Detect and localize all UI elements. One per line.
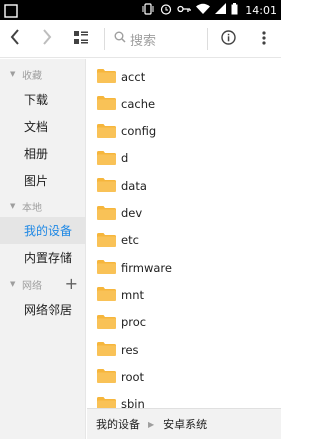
info-icon: [220, 29, 236, 49]
forward-icon: [42, 29, 52, 49]
toolbar: 搜索: [0, 20, 281, 58]
wifi-icon: [196, 3, 211, 17]
file-name: sbin: [121, 397, 145, 408]
list-item[interactable]: root: [87, 363, 281, 390]
collapse-icon: ▼: [10, 70, 16, 78]
file-name: etc: [121, 233, 139, 248]
list-item[interactable]: mnt: [87, 281, 281, 308]
back-button[interactable]: [0, 20, 30, 58]
section-title: 本地: [22, 202, 42, 214]
signal-icon: [215, 3, 227, 17]
breadcrumb-item-android-system[interactable]: 安卓系统: [163, 416, 207, 432]
sidebar-item-my-device[interactable]: 我的设备: [0, 217, 86, 244]
sidebar-item-album[interactable]: 相册: [0, 140, 86, 167]
list-item[interactable]: etc: [87, 227, 281, 254]
list-item[interactable]: proc: [87, 309, 281, 336]
list-item[interactable]: cache: [87, 90, 281, 117]
key-icon: [177, 4, 191, 17]
list-item[interactable]: dev: [87, 200, 281, 227]
file-name: firmware: [121, 260, 172, 275]
view-toggle-icon: [74, 30, 88, 49]
list-item[interactable]: d: [87, 145, 281, 172]
more-icon: [262, 30, 266, 49]
status-bar: 14:01: [0, 0, 281, 20]
section-title: 网络: [22, 280, 42, 292]
sidebar-item-network-neighborhood[interactable]: 网络邻居: [0, 296, 86, 323]
list-item[interactable]: firmware: [87, 254, 281, 281]
list-item[interactable]: acct: [87, 63, 281, 90]
search-input[interactable]: 搜索: [114, 20, 204, 58]
breadcrumb-item-my-device[interactable]: 我的设备: [96, 416, 140, 432]
toolbar-divider: [207, 28, 208, 50]
breadcrumb: 我的设备 ▶ 安卓系统: [87, 408, 281, 439]
sidebar-item-pictures[interactable]: 图片: [0, 167, 86, 194]
list-item[interactable]: res: [87, 336, 281, 363]
battery-icon: [231, 2, 238, 18]
view-toggle-button[interactable]: [66, 20, 96, 58]
sidebar-item-downloads[interactable]: 下载: [0, 86, 86, 113]
file-name: cache: [121, 96, 156, 111]
sidebar: ▼ 收藏 下载 文档 相册 图片 ▼ 本地 我的设备 内置存储 ▼ 网络 + 网…: [0, 59, 86, 439]
file-name: mnt: [121, 287, 144, 302]
file-name: res: [121, 342, 139, 357]
vibrate-icon: [141, 2, 155, 18]
add-network-icon[interactable]: +: [65, 274, 78, 294]
search-placeholder: 搜索: [130, 33, 157, 49]
breadcrumb-separator-icon: ▶: [148, 419, 155, 429]
sidebar-item-internal-storage[interactable]: 内置存储: [0, 244, 86, 271]
alarm-icon: [160, 3, 172, 18]
toolbar-divider: [104, 28, 105, 50]
file-name: data: [121, 178, 147, 193]
collapse-icon: ▼: [10, 202, 16, 210]
forward-button[interactable]: [32, 20, 62, 58]
sidebar-item-documents[interactable]: 文档: [0, 113, 86, 140]
collapse-icon: ▼: [10, 280, 16, 288]
info-button[interactable]: [214, 20, 242, 58]
file-name: dev: [121, 206, 143, 220]
list-item[interactable]: config: [87, 118, 281, 145]
file-name: proc: [121, 315, 147, 330]
section-header-network[interactable]: ▼ 网络 +: [0, 274, 86, 294]
file-name: config: [121, 124, 157, 139]
back-icon: [10, 29, 20, 49]
list-item[interactable]: data: [87, 172, 281, 199]
file-name: d: [121, 151, 129, 166]
search-icon: [114, 31, 126, 47]
list-item[interactable]: sbin: [87, 391, 281, 408]
more-options-button[interactable]: [250, 20, 278, 58]
file-list: acct cache config d data dev etc firmware mnt pro…: [87, 59, 281, 408]
section-header-local[interactable]: ▼ 本地: [0, 196, 86, 216]
section-header-favorites[interactable]: ▼ 收藏: [0, 64, 86, 84]
file-name: root: [121, 369, 145, 384]
file-name: acct: [121, 69, 146, 84]
section-title: 收藏: [22, 70, 42, 82]
status-time: 14:01: [245, 3, 277, 17]
